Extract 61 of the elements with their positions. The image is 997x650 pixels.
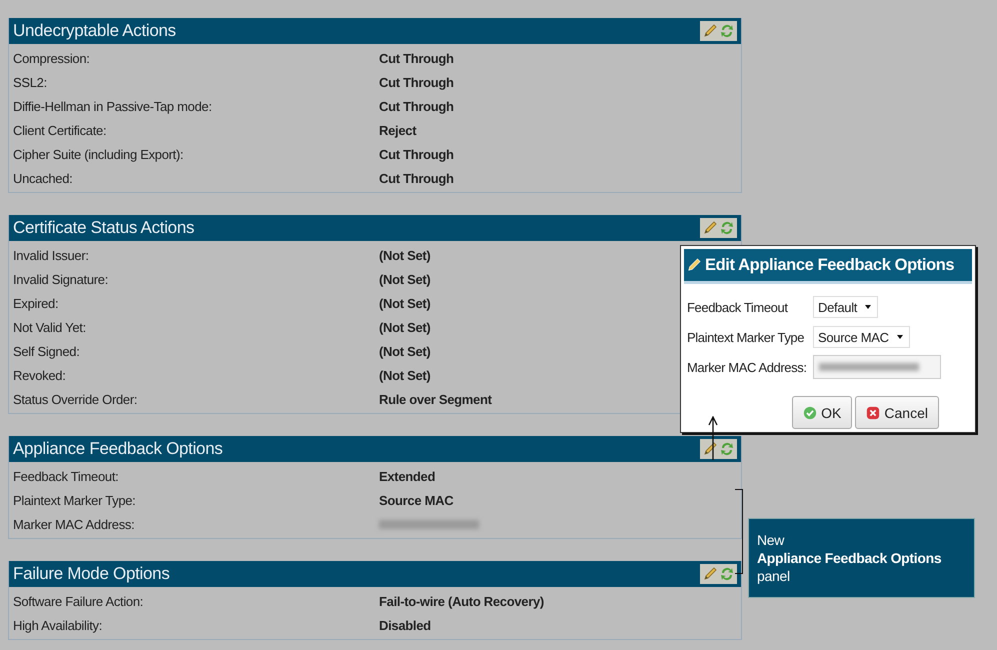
pencil-icon[interactable] [702, 441, 718, 457]
field-label: Uncached: [13, 170, 74, 186]
field-label: Marker MAC Address: [13, 516, 136, 532]
field-label: Self Signed: [13, 344, 81, 358]
field-value: Cut Through [379, 74, 454, 90]
field-label: Invalid Signature: [13, 272, 110, 286]
field-value: (Not Set) [379, 272, 430, 286]
arrow [708, 416, 718, 460]
field-label: Invalid Issuer: [13, 248, 90, 262]
field-label: Feedback Timeout: [13, 468, 120, 484]
field-value: (Not Set) [379, 368, 430, 382]
field-label: Expired: [13, 296, 60, 310]
field-label: Software Failure Action: [13, 594, 144, 608]
close-icon [866, 406, 880, 420]
dialog-title: Edit Appliance Feedback Options [705, 256, 954, 274]
refresh-icon[interactable] [719, 566, 735, 582]
field-value: Disabled [379, 618, 431, 632]
refresh-icon[interactable] [719, 220, 735, 236]
field-label: Revoked: [13, 368, 67, 382]
panel-title: Failure Mode Options [13, 564, 170, 584]
dropdown[interactable]: Source MAC [813, 326, 910, 348]
field-value: Rule over Segment [379, 392, 492, 406]
callout-text: panel [757, 567, 791, 585]
pencil-icon [687, 258, 701, 272]
field-value: Source MAC [379, 492, 454, 508]
panel-title: Appliance Feedback Options [13, 439, 223, 459]
panel-title: Certificate Status Actions [13, 218, 194, 238]
dropdown[interactable]: Default [813, 296, 878, 318]
field-value: (Not Set) [379, 320, 430, 334]
field-value: Extended [379, 468, 436, 484]
field-label: Cipher Suite (including Export): [13, 146, 184, 162]
check-icon [803, 406, 818, 420]
input-field[interactable] [813, 355, 941, 379]
field-label: Not Valid Yet: [13, 320, 87, 334]
caret-icon [896, 335, 903, 339]
field-value: Cut Through [379, 146, 454, 162]
field-label: Plaintext Marker Type [687, 330, 806, 344]
field-label: High Availability: [13, 618, 104, 632]
callout-text: Appliance Feedback Options [757, 549, 942, 567]
field-label: Compression: [13, 50, 91, 66]
ok-button[interactable]: OK [792, 396, 852, 429]
field-value: Fail-to-wire (Auto Recovery) [379, 594, 544, 608]
field-label: Feedback Timeout [687, 300, 789, 314]
field-label: Status Override Order: [13, 392, 138, 406]
field-label: Client Certificate: [13, 122, 108, 138]
field-value: (Not Set) [379, 344, 430, 358]
field-value: Cut Through [379, 50, 454, 66]
cancel-button[interactable]: Cancel [855, 396, 939, 429]
refresh-icon[interactable] [719, 23, 735, 39]
field-value: (Not Set) [379, 296, 430, 310]
field-label: Diffie-Hellman in Passive-Tap mode: [13, 98, 213, 114]
field-label: Marker MAC Address: [687, 360, 808, 374]
field-value: (Not Set) [379, 248, 430, 262]
field-value: Cut Through [379, 98, 454, 114]
field-label: Plaintext Marker Type: [13, 492, 136, 508]
callout-text: New [757, 531, 786, 549]
field-value: Reject [379, 122, 416, 138]
caret-icon [865, 305, 872, 309]
panel-title: Undecryptable Actions [13, 21, 176, 41]
field-label: SSL2: [13, 74, 48, 90]
field-value: Cut Through [379, 170, 454, 186]
